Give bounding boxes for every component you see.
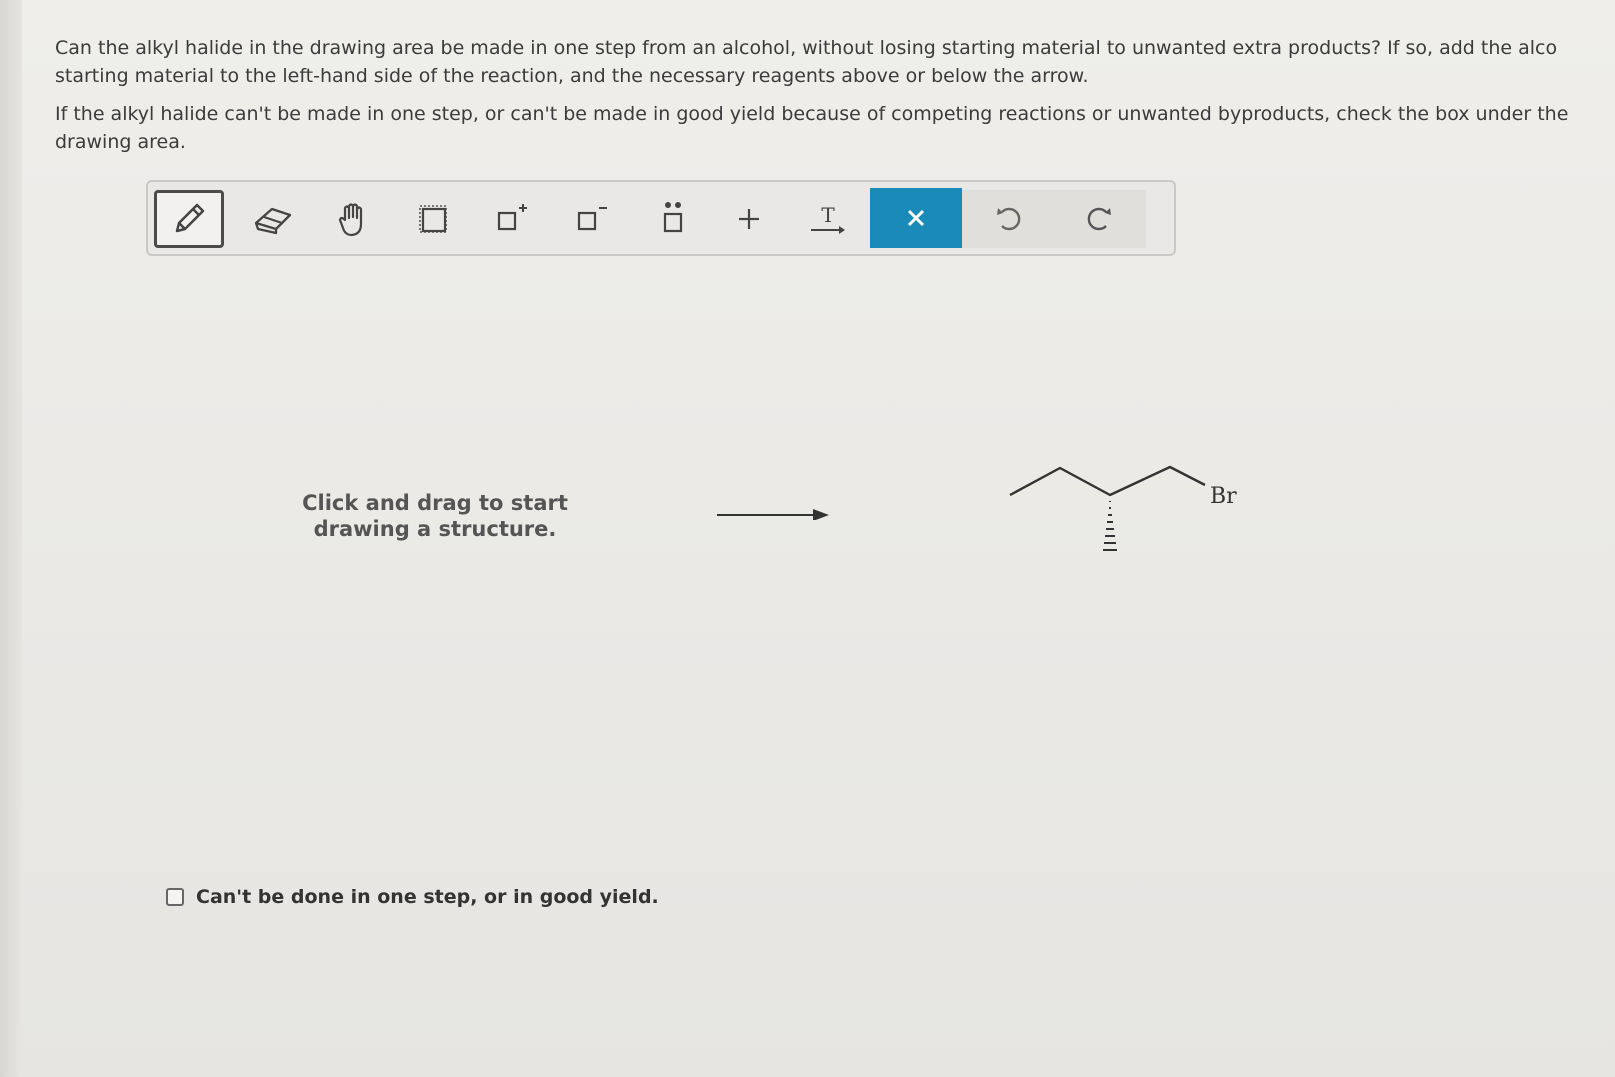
page-edge [0, 0, 22, 1077]
lone-pair-icon [663, 202, 683, 233]
redo-button[interactable] [1054, 190, 1146, 248]
hand-icon [338, 203, 363, 237]
undo-button[interactable] [962, 190, 1054, 248]
pencil-icon [175, 203, 205, 233]
redo-icon [1087, 207, 1111, 231]
page: Can the alkyl halide in the drawing area… [0, 0, 1615, 1077]
question-paragraph-1: Can the alkyl halide in the drawing area… [55, 34, 1615, 90]
negative-charge-tool[interactable] [558, 190, 628, 248]
text-tool-glyph: T [821, 203, 835, 227]
question-text-line: Can the alkyl halide in the drawing area… [55, 37, 1558, 59]
question-text-line: starting material to the left-hand side … [55, 65, 1089, 87]
charge-plus-icon [497, 204, 527, 231]
close-icon [907, 209, 925, 227]
bromine-atom-label[interactable]: Br [1210, 484, 1237, 509]
positive-charge-tool[interactable] [478, 190, 548, 248]
pencil-tool[interactable] [154, 190, 224, 248]
hand-tool[interactable] [320, 190, 390, 248]
undo-icon [997, 207, 1021, 231]
charge-minus-icon [577, 207, 607, 231]
product-molecule[interactable] [1000, 455, 1210, 565]
lone-pair-tool[interactable] [638, 190, 708, 248]
eraser-tool[interactable] [238, 190, 308, 248]
drawing-toolbar: T [146, 180, 1176, 256]
cannot-be-done-label[interactable]: Can't be done in one step, or in good yi… [196, 886, 659, 908]
selection-box-icon [419, 205, 447, 233]
hint-line: drawing a structure. [313, 517, 557, 541]
drawing-canvas[interactable] [146, 260, 1546, 860]
question-text-line: If the alkyl halide can't be made in one… [55, 103, 1569, 125]
text-arrow-icon: T [811, 203, 845, 234]
question-paragraph-2: If the alkyl halide can't be made in one… [55, 100, 1615, 156]
clear-button[interactable] [870, 188, 962, 248]
text-arrow-tool[interactable]: T [793, 190, 863, 248]
hint-line: Click and drag to start [302, 491, 568, 515]
cannot-be-done-checkbox[interactable] [166, 888, 184, 906]
reaction-arrow[interactable] [715, 500, 835, 520]
plus-icon [739, 209, 759, 229]
question-text-line: drawing area. [55, 131, 186, 153]
eraser-icon [254, 207, 292, 235]
add-plus-tool[interactable] [714, 190, 784, 248]
select-tool[interactable] [398, 190, 468, 248]
cannot-be-done-option[interactable]: Can't be done in one step, or in good yi… [166, 886, 659, 908]
drawing-hint: Click and drag to start drawing a struct… [270, 490, 600, 542]
